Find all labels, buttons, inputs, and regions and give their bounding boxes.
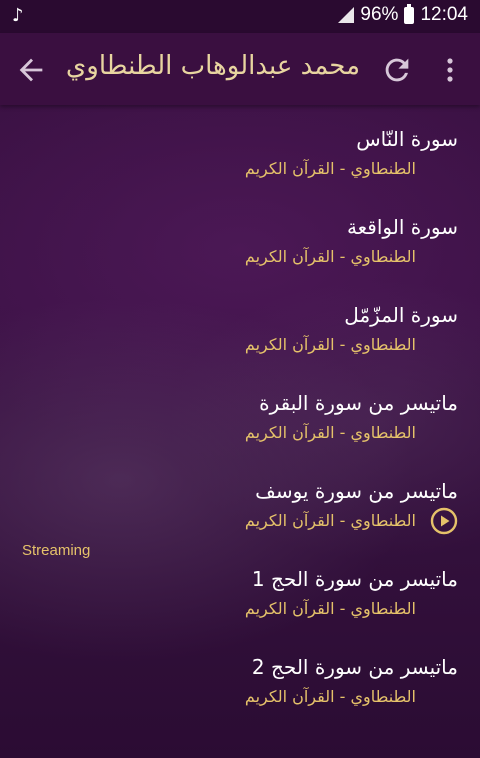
- battery-percent: 96%: [360, 4, 399, 25]
- clock: 12:04: [420, 4, 468, 25]
- track-subtitle: الطنطاوي - القرآن الكريم: [244, 599, 416, 618]
- back-button[interactable]: [14, 53, 48, 87]
- track-title: سورة المزّمّل: [344, 303, 458, 327]
- screen: ♪ 96% 12:04 محمد عبدالوهاب الطنطاوي سورة…: [0, 0, 480, 758]
- track-item[interactable]: سورة النّاس الطنطاوي - القرآن الكريم: [0, 105, 480, 193]
- music-note-icon: ♪: [12, 5, 24, 26]
- track-title: سورة النّاس: [356, 127, 458, 151]
- track-subtitle: الطنطاوي - القرآن الكريم: [244, 511, 416, 530]
- play-icon[interactable]: [430, 507, 458, 535]
- track-item[interactable]: سورة الواقعة الطنطاوي - القرآن الكريم: [0, 193, 480, 281]
- track-subtitle: الطنطاوي - القرآن الكريم: [244, 687, 416, 706]
- track-title: سورة الواقعة: [346, 215, 458, 239]
- streaming-status-label: Streaming: [22, 542, 91, 559]
- track-subtitle: الطنطاوي - القرآن الكريم: [244, 247, 416, 266]
- track-item[interactable]: ماتيسر من سورة الحج 2 الطنطاوي - القرآن …: [0, 633, 480, 721]
- track-title: ماتيسر من سورة البقرة: [259, 391, 458, 415]
- status-bar: ♪ 96% 12:04: [0, 0, 480, 33]
- track-item[interactable]: ماتيسر من سورة البقرة الطنطاوي - القرآن …: [0, 369, 480, 457]
- refresh-icon: [385, 58, 409, 82]
- track-subtitle: الطنطاوي - القرآن الكريم: [244, 159, 416, 178]
- track-title: ماتيسر من سورة يوسف: [255, 479, 458, 503]
- overflow-menu-button[interactable]: [438, 53, 462, 87]
- battery-icon: [404, 3, 415, 24]
- track-item-playing[interactable]: ماتيسر من سورة يوسف الطنطاوي - القرآن ال…: [0, 457, 480, 545]
- track-title: ماتيسر من سورة الحج 2: [251, 655, 458, 679]
- more-vertical-icon: [447, 58, 453, 82]
- status-indicators: 96% 12:04: [338, 3, 468, 26]
- track-subtitle: الطنطاوي - القرآن الكريم: [244, 335, 416, 354]
- track-title: ماتيسر من سورة الحج 1: [251, 567, 458, 591]
- refresh-button[interactable]: [380, 53, 414, 87]
- signal-icon: [338, 7, 355, 23]
- page-title: محمد عبدالوهاب الطنطاوي: [65, 51, 360, 81]
- track-item[interactable]: سورة المزّمّل الطنطاوي - القرآن الكريم: [0, 281, 480, 369]
- app-bar: محمد عبدالوهاب الطنطاوي: [0, 33, 480, 105]
- track-subtitle: الطنطاوي - القرآن الكريم: [244, 423, 416, 442]
- arrow-left-icon: [19, 58, 43, 82]
